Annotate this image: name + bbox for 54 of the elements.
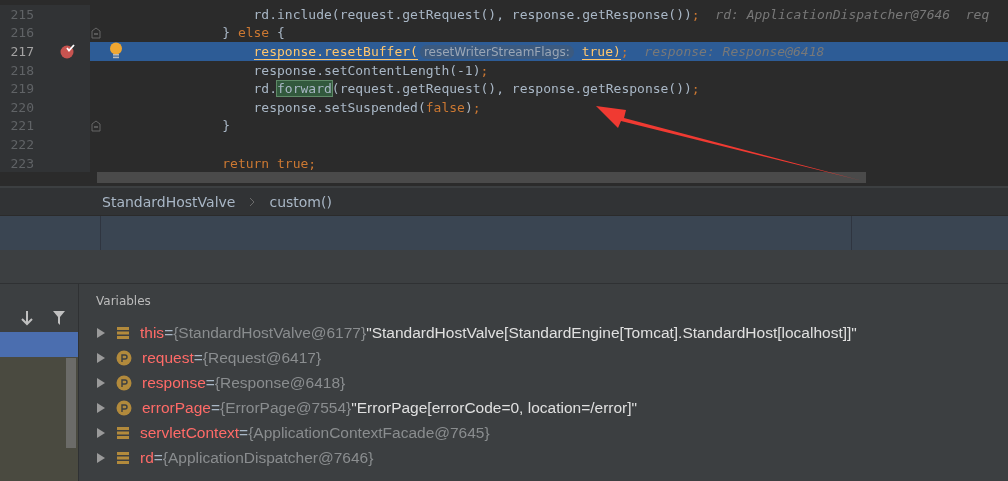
expand-icon[interactable]: [96, 451, 106, 464]
line-number: 217: [9, 44, 34, 59]
code-text: (request.getRequest(), response.getResponse()): [331, 81, 692, 97]
breadcrumb-item[interactable]: custom(): [269, 193, 332, 210]
variable-entry[interactable]: this={StandardHostValve@6177}"StandardHostValve[StandardEngine[Tomcat].StandardHost[localhost]]": [140, 323, 857, 342]
field-icon: [116, 425, 130, 440]
expand-icon[interactable]: [96, 351, 106, 364]
expand-icon[interactable]: [96, 426, 106, 439]
code-text: response.setContentLength(-1): [253, 62, 481, 78]
code-text: rd.: [253, 81, 278, 97]
parameter-hint: resetWriterStreamFlags:: [419, 45, 574, 59]
code-keyword: ;: [620, 44, 629, 59]
code-keyword: else: [237, 25, 271, 41]
execution-point-code: true): [581, 44, 621, 60]
lightbulb-icon[interactable]: [109, 42, 123, 61]
inline-value-hint: rd: ApplicationDispatcher@7646 req: [715, 6, 990, 22]
vertical-scrollbar[interactable]: [66, 358, 76, 448]
variable-entry[interactable]: response={Response@6418}: [142, 373, 346, 392]
expand-icon[interactable]: [96, 376, 106, 389]
execution-point-code: response.resetBuffer(: [253, 44, 418, 60]
code-text: }: [222, 25, 231, 41]
code-keyword: ;: [480, 62, 489, 78]
variable-entry[interactable]: servletContext={ApplicationContextFacade@7645}: [140, 423, 490, 442]
breadcrumb-item[interactable]: StandardHostValve: [102, 193, 236, 210]
variable-entry[interactable]: rd={ApplicationDispatcher@7646}: [140, 448, 374, 467]
code-keyword: false: [425, 99, 465, 115]
expand-icon[interactable]: [96, 326, 106, 339]
fold-icon[interactable]: [91, 119, 101, 132]
parameter-icon: [116, 349, 132, 366]
variable-entry[interactable]: errorPage={ErrorPage@7554}"ErrorPage[errorCode=0, location=/error]": [142, 398, 638, 417]
inline-value-hint: response: Response@6418: [644, 44, 825, 59]
panel-title: Variables: [96, 293, 152, 310]
code-keyword: ;: [472, 99, 481, 115]
code-text: {: [277, 25, 285, 41]
code-keyword: return true;: [222, 155, 317, 171]
variable-entry[interactable]: request={Request@6417}: [142, 348, 322, 367]
code-text: response.setSuspended(: [253, 99, 426, 115]
parameter-icon: [116, 399, 132, 416]
field-icon: [116, 450, 130, 465]
filter-icon[interactable]: [52, 310, 66, 326]
code-keyword: ;: [691, 6, 700, 22]
fold-icon[interactable]: [91, 26, 101, 39]
field-icon: [116, 325, 130, 340]
expand-icon[interactable]: [96, 401, 106, 414]
horizontal-scrollbar[interactable]: [97, 172, 866, 184]
code-text: ): [464, 99, 473, 115]
breakpoint-icon[interactable]: [60, 43, 76, 60]
chevron-icon: [249, 196, 256, 207]
code-keyword: ;: [691, 81, 700, 97]
parameter-icon: [116, 374, 132, 391]
down-arrow-icon[interactable]: [20, 310, 34, 326]
code-text: rd.include(request.getRequest(), response.getResponse()): [253, 6, 692, 22]
search-match: forward: [277, 81, 332, 97]
code-text: }: [222, 118, 231, 134]
